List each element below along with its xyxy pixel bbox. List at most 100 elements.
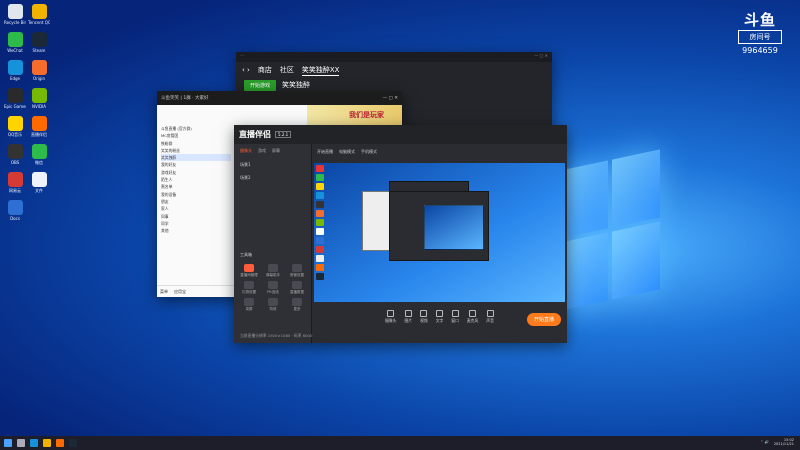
stream-companion-window[interactable]: 直播伴侣 5.2.1 摄像头 游戏 屏幕 场景1 场景2 工具箱 直播间管理 弹幕… (234, 125, 567, 343)
desktop-icon-label: QQ音乐 (7, 132, 23, 137)
desktop-icon[interactable]: WeChat (4, 32, 26, 53)
stream-sidebar: 摄像头 游戏 屏幕 场景1 场景2 工具箱 直播间管理 弹幕助手 房管设置 礼物设置 P… (234, 144, 312, 343)
head-item[interactable]: 电脑模式 (339, 149, 355, 155)
head-item[interactable]: 手机模式 (361, 149, 377, 155)
desktop-icon-label: 网易云 (9, 188, 21, 193)
desktop-icon[interactable]: 文件 (28, 172, 50, 193)
app-icon (31, 60, 47, 75)
desktop-icon[interactable]: Edge (4, 60, 26, 81)
contact-tree-item[interactable]: 陌生人 (161, 176, 231, 183)
tab-profile[interactable]: 笑笑独醉XX (301, 65, 340, 76)
bottom-tool-button[interactable]: 麦克风 (467, 310, 478, 324)
scene-item[interactable]: 场景2 (234, 171, 311, 184)
contact-tree-item[interactable]: 我的设备 (161, 191, 231, 198)
stream-titlebar[interactable]: 直播伴侣 5.2.1 (234, 125, 567, 144)
toolbox-item[interactable]: 特效 (262, 298, 284, 312)
contact-tree-item[interactable]: 笑笑独醉 (161, 154, 231, 162)
bottom-tool-button[interactable]: 图片 (405, 310, 412, 324)
tab-community[interactable]: 社区 (280, 65, 294, 75)
tool-label: 礼物设置 (242, 290, 256, 294)
toolbox-item[interactable]: 更多 (286, 298, 308, 312)
contact-tree-item[interactable]: 斗鱼直播 (官方群) (161, 125, 231, 132)
desktop-icon[interactable]: Tencent QQ (28, 4, 50, 25)
bottom-tool-button[interactable]: 文字 (435, 310, 444, 324)
edge-icon[interactable] (30, 439, 38, 447)
desktop-icon[interactable]: QQ音乐 (4, 116, 26, 137)
start-icon[interactable] (4, 439, 12, 447)
windows-logo (560, 149, 660, 311)
back-arrow-icon[interactable]: ‹ › (242, 66, 250, 74)
bottom-tool-button[interactable]: 声音 (486, 310, 494, 324)
desktop-icon-label: OBS (10, 160, 20, 165)
toolbox-item[interactable]: 直播间管理 (238, 264, 260, 278)
app-icon (7, 200, 23, 215)
desktop-icon-label: Steam (32, 48, 46, 53)
watermark-badge: 房间号 (738, 30, 782, 44)
contact-tree-item[interactable]: 同学 (161, 220, 231, 227)
app-icon (31, 144, 47, 159)
toolbox-item[interactable]: PK连线 (262, 281, 284, 295)
bottom-tool-button[interactable]: 窗口 (451, 310, 459, 324)
qq-menu-button[interactable]: 菜单 (160, 289, 168, 295)
bottom-tool-label: 麦克风 (466, 318, 479, 323)
contact-tree-item[interactable]: 同事 (161, 213, 231, 220)
clock[interactable]: 15:02 2021/11/21 (774, 438, 794, 446)
toolbox-item[interactable]: 房管设置 (286, 264, 308, 278)
window-controls-icon[interactable]: — ▢ ✕ (383, 96, 398, 101)
tab-screen[interactable]: 屏幕 (272, 148, 280, 154)
tab-store[interactable]: 商店 (258, 65, 272, 75)
app-icon (31, 32, 47, 47)
contact-tree-item[interactable]: 朋友 (161, 198, 231, 205)
contact-tree-item[interactable]: 黑名单 (161, 183, 231, 190)
desktop-icon[interactable]: 网易云 (4, 172, 26, 193)
stream-preview[interactable] (314, 163, 565, 302)
desktop-icon[interactable]: 微信 (28, 144, 50, 165)
desktop-icon[interactable]: Recycle Bin (4, 4, 26, 25)
tab-camera[interactable]: 摄像头 (240, 148, 252, 154)
toolbox-item[interactable]: 弹幕助手 (262, 264, 284, 278)
desktop-icon-label: WeChat (7, 48, 23, 53)
desktop-icon[interactable]: OBS (4, 144, 26, 165)
bottom-tool-label: 视频 (420, 318, 428, 323)
desktop-icon[interactable]: Docs (4, 200, 26, 221)
game-titlebar[interactable]: ⋯ — ▢ ✕ (236, 52, 552, 62)
desktop-icon-label: Epic Games (4, 104, 26, 109)
scene-item[interactable]: 场景1 (234, 158, 311, 171)
toolbox-item[interactable]: 直播数据 (286, 281, 308, 295)
steam-icon[interactable] (69, 439, 77, 447)
contact-tree-item[interactable]: 家人 (161, 205, 231, 212)
qq-titlebar[interactable]: 斗鱼笑笑 | 1群 · 大家好 — ▢ ✕ (157, 91, 402, 105)
desktop-icon[interactable]: Origin (28, 60, 50, 81)
app-icon (7, 60, 23, 75)
qq-app-button[interactable]: 应用宝 (174, 289, 186, 295)
contact-tree-item[interactable]: 游戏好友 (161, 169, 231, 176)
toolbox-item[interactable]: 录屏 (238, 298, 260, 312)
desktop-icon[interactable]: 直播伴侣 (28, 116, 50, 137)
explorer-icon[interactable] (43, 439, 51, 447)
tray-icons[interactable]: ⌃ 🔊 (760, 440, 768, 444)
desktop-icon-label: Docs (10, 216, 20, 221)
app-icon (31, 4, 47, 19)
bottom-tool-label: 文字 (435, 318, 444, 323)
start-game-button[interactable]: 开始游戏 (244, 79, 277, 91)
game-user-name[interactable]: 笑笑独醉 (282, 80, 310, 90)
desktop-icon[interactable]: NVIDIA (28, 88, 50, 109)
desktop-icon-label: NVIDIA (32, 104, 46, 109)
search-icon[interactable] (17, 439, 25, 447)
contact-tree-item[interactable]: 其他 (161, 227, 231, 234)
toolbox-item[interactable]: 礼物设置 (238, 281, 260, 295)
bottom-tool-icon (420, 310, 428, 317)
contact-tree-item[interactable]: 我的好友 (161, 161, 231, 168)
head-item[interactable]: 开始直播 (317, 149, 333, 155)
start-live-button[interactable]: 开始直播 (526, 313, 561, 326)
stream-app-icon[interactable] (56, 439, 64, 447)
contact-tree-item[interactable]: 铁粉群 (161, 140, 231, 147)
desktop-icon[interactable]: Epic Games (4, 88, 26, 109)
desktop-icon[interactable]: Steam (28, 32, 50, 53)
tab-game[interactable]: 游戏 (258, 148, 266, 154)
contact-tree-item[interactable]: 笑笑的粉丝 (161, 147, 231, 154)
bottom-tool-icon (387, 310, 395, 317)
bottom-tool-button[interactable]: 视频 (420, 310, 428, 324)
contact-tree-item[interactable]: MC房管团 (161, 132, 231, 139)
bottom-tool-button[interactable]: 摄像头 (385, 310, 397, 324)
